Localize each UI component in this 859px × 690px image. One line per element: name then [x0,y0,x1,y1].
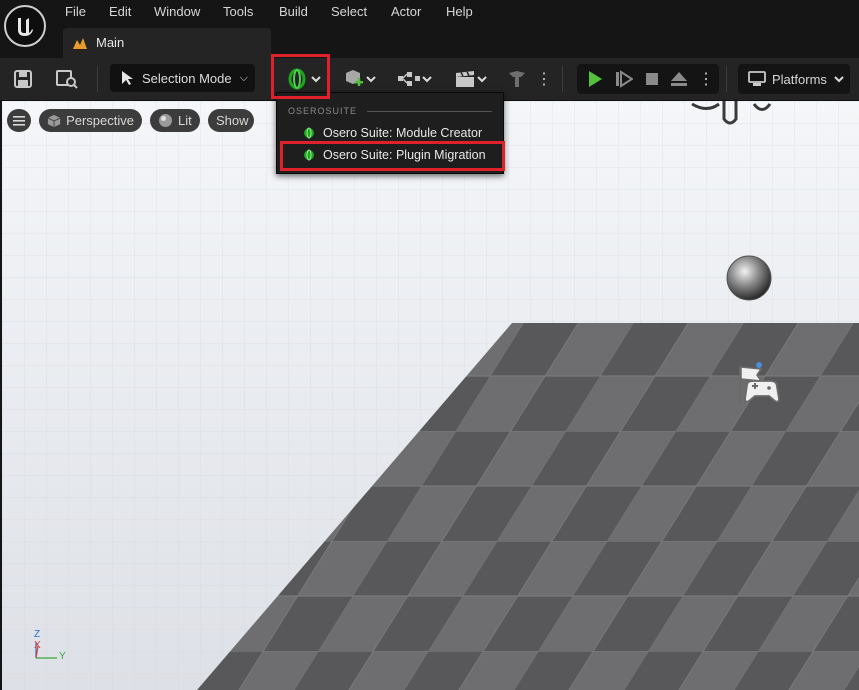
menu-file[interactable]: File [65,4,86,19]
play-icon[interactable] [583,68,607,90]
stop-icon[interactable] [640,68,664,90]
unreal-logo-icon[interactable] [4,5,46,47]
menu-tools[interactable]: Tools [223,4,253,19]
dropdown-section-header: OSEROSUITE [288,106,358,116]
menu-actor[interactable]: Actor [391,4,421,19]
eject-icon[interactable] [667,68,691,90]
view-mode-lit-button[interactable]: Lit [150,109,200,132]
osero-plugin-icon [304,127,314,138]
level-viewport[interactable]: Perspective Lit Show Z X Y [2,101,859,690]
tab-main[interactable]: Main [63,28,271,58]
perspective-cube-icon [47,114,61,127]
toolbar-separator [562,66,563,92]
viewport-scene [2,101,859,690]
show-flags-button[interactable]: Show [208,109,254,132]
osero-plugin-icon [304,149,314,160]
platforms-icon [748,71,766,86]
advance-frame-icon[interactable] [612,68,636,90]
hamburger-icon [13,115,25,126]
menu-window[interactable]: Window [154,4,200,19]
play-options-icon[interactable]: ⋮ [698,68,714,90]
chevron-down-icon [366,76,376,83]
chevron-down-icon [310,76,321,83]
menu-build[interactable]: Build [279,4,308,19]
menu-bar: File Edit Window Tools Build Select Acto… [0,0,859,58]
more-options-icon[interactable]: ⋮ [536,67,552,91]
blueprint-icon [398,72,420,86]
cinematics-button[interactable] [451,67,491,91]
module-creator-label: Osero Suite: Module Creator [323,125,483,140]
perspective-label: Perspective [66,113,134,128]
osero-plugin-icon [288,68,305,90]
cursor-icon [122,71,133,85]
level-icon [73,38,87,49]
lit-label: Lit [178,113,192,128]
toolbar-separator [97,66,98,92]
toolbar-separator [726,66,727,92]
osero-suite-toolbar-button[interactable] [282,66,326,92]
menu-edit[interactable]: Edit [109,4,131,19]
clapperboard-icon [456,71,474,87]
axis-y-label: Y [59,651,66,662]
menu-select[interactable]: Select [331,4,367,19]
osero-suite-dropdown-menu: OSEROSUITE Osero Suite: Module Creator O… [276,92,504,174]
selection-mode-label: Selection Mode [142,70,232,86]
platforms-label: Platforms [772,71,827,87]
viewport-options-button[interactable] [7,109,31,132]
tab-main-label: Main [96,35,125,50]
selection-mode-dropdown[interactable]: Selection Mode ⌵ [110,64,255,92]
show-label: Show [216,113,249,128]
save-icon[interactable] [12,68,34,90]
lit-sphere-icon [159,114,172,127]
chevron-down-icon [477,76,487,83]
menu-item-module-creator[interactable]: Osero Suite: Module Creator [283,122,497,143]
menu-item-plugin-migration[interactable]: Osero Suite: Plugin Migration [283,144,497,165]
add-actor-button[interactable] [340,67,380,91]
blueprints-button[interactable] [395,67,435,91]
chevron-down-icon: ⌵ [239,71,248,84]
chevron-down-icon [834,76,844,83]
play-controls: ⋮ [577,64,719,94]
dropdown-divider [367,111,492,112]
menu-help[interactable]: Help [446,4,473,19]
browse-content-icon[interactable] [55,68,79,90]
add-actor-icon [346,70,363,86]
chevron-down-icon [422,76,432,83]
plugin-migration-label: Osero Suite: Plugin Migration [323,147,486,162]
platforms-dropdown[interactable]: Platforms [738,64,850,94]
perspective-button[interactable]: Perspective [39,109,142,132]
axis-x-label: X [34,640,41,651]
axis-z-label: Z [34,629,41,640]
modeling-tools-icon[interactable] [505,67,529,91]
